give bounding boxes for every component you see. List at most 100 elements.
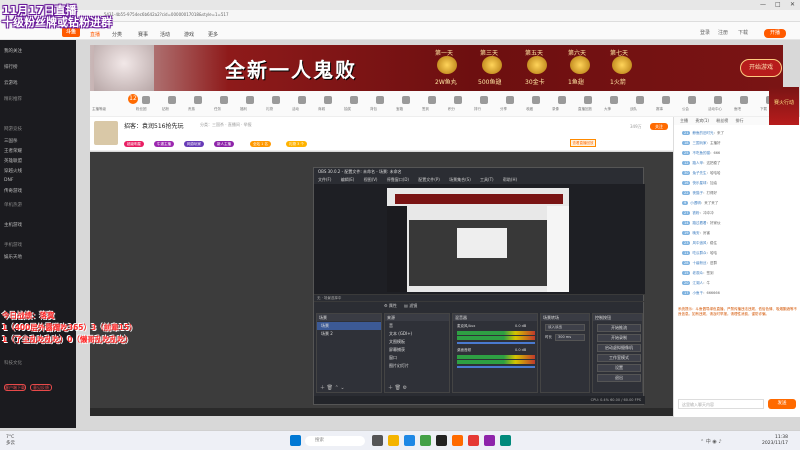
obs-source-item[interactable]: 窗口 bbox=[385, 354, 449, 362]
feature-icon[interactable] bbox=[220, 96, 228, 104]
feature-icon[interactable] bbox=[480, 96, 488, 104]
system-tray-icons[interactable]: ⌃ 中 ◉ ♪ bbox=[700, 438, 722, 445]
obs-menu-scenecol[interactable]: 场景集合(S) bbox=[449, 177, 471, 182]
chat-username[interactable]: 风中追风 bbox=[692, 241, 706, 245]
client-download-button[interactable]: 客户端下载 bbox=[4, 384, 26, 391]
app-icon[interactable] bbox=[484, 435, 495, 446]
chat-username[interactable]: 快乐星球 bbox=[692, 181, 706, 185]
trash-icon[interactable]: 🗑 bbox=[327, 385, 333, 391]
feature-icon[interactable] bbox=[636, 96, 644, 104]
transition-select[interactable]: 淡入淡出 bbox=[545, 324, 585, 331]
feature-icon[interactable] bbox=[662, 96, 670, 104]
chat-username[interactable]: 夜猫子 bbox=[692, 191, 703, 195]
sidebar-item-lol[interactable]: 英雄联盟 bbox=[4, 158, 22, 164]
edge-icon[interactable] bbox=[404, 435, 415, 446]
sidebar-item-dnf[interactable]: DNF bbox=[4, 178, 13, 183]
start-stream-button[interactable]: 开播 bbox=[764, 29, 786, 38]
maximize-button[interactable]: □ bbox=[775, 1, 781, 8]
obs-icon[interactable] bbox=[436, 435, 447, 446]
close-button[interactable]: ✕ bbox=[790, 1, 795, 8]
exit-button[interactable]: 退出 bbox=[597, 374, 641, 382]
chat-tab-vip[interactable]: 贵宾(1) bbox=[695, 118, 709, 123]
obs-source-item[interactable]: 文图模板 bbox=[385, 338, 449, 346]
sidebar-item-wzry[interactable]: 王者荣耀 bbox=[4, 148, 22, 154]
add-icon[interactable]: ＋ bbox=[320, 385, 325, 391]
up-icon[interactable]: ⌃ bbox=[335, 385, 339, 391]
feature-icon[interactable] bbox=[532, 96, 540, 104]
gear-icon[interactable]: ⚙ bbox=[384, 303, 388, 308]
download-link[interactable]: 下载 bbox=[738, 29, 748, 36]
obs-source-item[interactable]: 音 bbox=[385, 322, 449, 330]
add-icon[interactable]: ＋ bbox=[388, 385, 393, 391]
replay-badge[interactable]: 查看直播回放 bbox=[570, 139, 596, 147]
task-view-icon[interactable] bbox=[372, 435, 383, 446]
feature-icon[interactable] bbox=[428, 96, 436, 104]
nav-item-games[interactable]: 游戏 bbox=[184, 31, 194, 38]
obs-properties-button[interactable]: 属性 bbox=[389, 303, 397, 308]
address-bar[interactable]: ...5431-4b55-9754ec6b642a2?cid=000000170… bbox=[0, 10, 800, 22]
nav-item-live[interactable]: 直播 bbox=[90, 31, 100, 38]
nav-item-activities[interactable]: 活动 bbox=[160, 31, 170, 38]
sidebar-item-cloud-game[interactable]: 云游戏 bbox=[4, 80, 18, 86]
feature-icon[interactable] bbox=[142, 96, 150, 104]
feature-icon[interactable] bbox=[298, 96, 306, 104]
gear-icon[interactable]: ⚙ bbox=[403, 385, 407, 391]
sidebar-group-tech[interactable]: 科技文化 bbox=[4, 360, 22, 366]
obs-menu-edit[interactable]: 编辑(E) bbox=[341, 177, 355, 182]
send-button[interactable]: 发送 bbox=[768, 399, 796, 409]
obs-source-item[interactable]: 屏幕捕获 bbox=[385, 346, 449, 354]
login-link[interactable]: 登录 bbox=[700, 29, 710, 36]
sidebar-item-follow[interactable]: 我的关注 bbox=[4, 48, 22, 54]
promo-banner[interactable]: 赛火行动 bbox=[769, 87, 799, 125]
sidebar-item-recommend[interactable]: 精彩推荐 bbox=[4, 96, 22, 102]
file-explorer-icon[interactable] bbox=[388, 435, 399, 446]
douyu-icon[interactable] bbox=[452, 435, 463, 446]
chat-tab-fans[interactable]: 粉丝榜 bbox=[716, 118, 728, 123]
start-recording-button[interactable]: 开始录制 bbox=[597, 334, 641, 342]
nav-item-more[interactable]: 更多 bbox=[208, 31, 218, 38]
chat-username[interactable]: 江湖人 bbox=[692, 281, 703, 285]
obs-scene-item[interactable]: 场景 2 bbox=[317, 330, 381, 338]
minimize-button[interactable]: — bbox=[760, 1, 766, 8]
feature-icon[interactable] bbox=[246, 96, 254, 104]
url-text[interactable]: ...5431-4b55-9754ec6b642a2?cid=000000170… bbox=[100, 12, 229, 17]
feature-icon[interactable] bbox=[272, 96, 280, 104]
virtual-camera-button[interactable]: 启动虚拟摄像机 bbox=[597, 344, 641, 352]
feature-icon[interactable] bbox=[350, 96, 358, 104]
sidebar-item-cf[interactable]: 穿越火线 bbox=[4, 168, 22, 174]
settings-button[interactable]: 设置 bbox=[597, 364, 641, 372]
clock[interactable]: 11:38 2023/11/17 bbox=[762, 435, 788, 447]
feature-icon[interactable] bbox=[376, 96, 384, 104]
chat-username[interactable]: 路过看看 bbox=[692, 221, 706, 225]
feature-icon[interactable] bbox=[584, 96, 592, 104]
chat-tab-anchor[interactable]: 主播 bbox=[680, 118, 688, 123]
app-icon[interactable] bbox=[420, 435, 431, 446]
sidebar-item-sgs[interactable]: 三国杀 bbox=[4, 138, 18, 144]
register-link[interactable]: 注册 bbox=[718, 29, 728, 36]
feature-icon[interactable] bbox=[610, 96, 618, 104]
sidebar-item-legend[interactable]: 传奇游戏 bbox=[4, 188, 22, 194]
chat-username[interactable]: 小透明 bbox=[690, 201, 701, 205]
trash-icon[interactable]: 🗑 bbox=[395, 385, 401, 391]
sidebar-group-single[interactable]: 单机热游 bbox=[4, 202, 22, 208]
feature-icon[interactable] bbox=[168, 96, 176, 104]
feature-icon[interactable] bbox=[454, 96, 462, 104]
feature-icon[interactable] bbox=[740, 96, 748, 104]
chat-username[interactable]: 不吃鱼的猫 bbox=[692, 151, 710, 155]
mixer-track-1-slider[interactable] bbox=[457, 342, 535, 344]
mixer-track-2-slider[interactable] bbox=[457, 366, 535, 368]
event-banner[interactable]: 全新一人鬼败 第一天 第三天 第五天 第六天 第七天 2W鱼丸 500鱼翅 30… bbox=[90, 45, 783, 91]
transition-duration-input[interactable]: 300 ms bbox=[555, 334, 585, 341]
obs-menu-profile[interactable]: 配置文件(P) bbox=[418, 177, 440, 182]
obs-preview[interactable] bbox=[314, 184, 645, 294]
feedback-button[interactable]: 意见反馈 bbox=[30, 384, 52, 391]
chat-tab-rank[interactable]: 排行 bbox=[736, 118, 744, 123]
sidebar-group-mobile[interactable]: 手机游戏 bbox=[4, 242, 22, 248]
studio-mode-button[interactable]: 工作室模式 bbox=[597, 354, 641, 362]
chat-username[interactable]: 小鱼干 bbox=[692, 291, 703, 295]
feature-icon[interactable] bbox=[506, 96, 514, 104]
obs-menu-help[interactable]: 帮助(H) bbox=[503, 177, 517, 182]
chat-username[interactable]: 吃瓜群众 bbox=[692, 251, 706, 255]
chat-username[interactable]: 十级粉丝 bbox=[692, 261, 706, 265]
obs-menu-dock[interactable]: 停靠窗口(D) bbox=[387, 177, 409, 182]
